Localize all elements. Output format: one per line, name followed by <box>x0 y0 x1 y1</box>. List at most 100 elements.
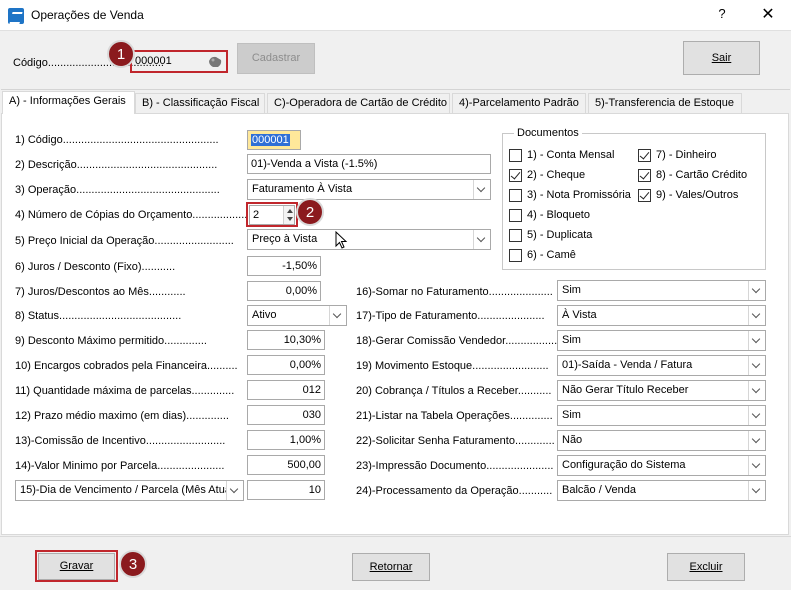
window-title: Operações de Venda <box>31 8 144 22</box>
mouse-cursor-icon <box>335 231 348 249</box>
tab-classificacao-fiscal[interactable]: B) - Classificação Fiscal <box>135 93 265 113</box>
gerar-comissao-select[interactable]: Sim <box>557 330 766 351</box>
encargos-input[interactable]: 0,00% <box>247 355 325 375</box>
tab-informacoes-gerais[interactable]: A) - Informações Gerais <box>2 91 135 114</box>
gerar-comissao-value: Sim <box>562 334 581 346</box>
juros-mes-input[interactable]: 0,00% <box>247 281 321 301</box>
comissao-label: 13)-Comissão de Incentivo...............… <box>15 435 226 447</box>
tab-parcelamento-padrao[interactable]: 4)-Parcelamento Padrão <box>452 93 586 113</box>
listar-value: Sim <box>562 409 581 421</box>
operacao-label: 3) Operação.............................… <box>15 184 220 196</box>
somar-select[interactable]: Sim <box>557 280 766 301</box>
parcelas-input[interactable]: 012 <box>247 380 325 400</box>
movimento-value: 01)-Saída - Venda / Fatura <box>562 359 693 371</box>
tab-transferencia-estoque[interactable]: 5)-Transferencia de Estoque <box>588 93 742 113</box>
label-vales-outros: 9) - Vales/Outros <box>656 189 739 201</box>
checkbox-dinheiro[interactable] <box>638 149 651 162</box>
chevron-down-icon <box>226 481 243 500</box>
movimento-select[interactable]: 01)-Saída - Venda / Fatura <box>557 355 766 376</box>
help-button[interactable]: ? <box>712 6 732 21</box>
title-bar: Operações de Venda ? ✕ <box>0 0 791 31</box>
dia-venc-input[interactable]: 10 <box>247 480 325 500</box>
operacao-value: Faturamento À Vista <box>252 183 353 195</box>
excluir-label: Excluir <box>689 561 723 573</box>
sair-label: Sair <box>711 52 732 64</box>
excluir-button[interactable]: Excluir <box>667 553 745 581</box>
senha-label: 22)-Solicitar Senha Faturamento.........… <box>356 435 555 447</box>
chevron-down-icon <box>748 356 765 375</box>
checkbox-duplicata[interactable] <box>509 229 522 242</box>
chevron-down-icon <box>748 431 765 450</box>
processamento-select[interactable]: Balcão / Venda <box>557 480 766 501</box>
close-button[interactable]: ✕ <box>757 4 779 24</box>
processamento-value: Balcão / Venda <box>562 484 637 496</box>
checkbox-came[interactable] <box>509 249 522 262</box>
prazo-input[interactable]: 030 <box>247 405 325 425</box>
gerar-comissao-label: 18)-Gerar Comissão Vendedor.............… <box>356 335 558 347</box>
operacao-select[interactable]: Faturamento À Vista <box>247 179 491 200</box>
preco-select[interactable]: Preço à Vista <box>247 229 491 250</box>
checkbox-bloqueto[interactable] <box>509 209 522 222</box>
encargos-label: 10) Encargos cobrados pela Financeira...… <box>15 360 238 372</box>
impressao-select[interactable]: Configuração do Sistema <box>557 455 766 476</box>
cadastrar-button[interactable]: Cadastrar <box>237 43 315 74</box>
sair-button[interactable]: Sair <box>683 41 760 75</box>
chevron-down-icon <box>329 306 346 325</box>
status-label: 8) Status...............................… <box>15 310 182 322</box>
dia-venc-select[interactable]: 15)-Dia de Vencimento / Parcela (Mês Atu… <box>15 480 244 501</box>
chevron-down-icon <box>748 281 765 300</box>
codigo-field[interactable]: 000001 <box>247 130 301 150</box>
codigo-value: 000001 <box>251 134 290 146</box>
label-nota-promissoria: 3) - Nota Promissória <box>527 189 631 201</box>
listar-select[interactable]: Sim <box>557 405 766 426</box>
checkbox-conta-mensal[interactable] <box>509 149 522 162</box>
cobranca-select[interactable]: Não Gerar Título Receber <box>557 380 766 401</box>
retornar-label: Retornar <box>369 561 413 573</box>
step-badge-3: 3 <box>119 550 147 578</box>
retornar-button[interactable]: Retornar <box>352 553 430 581</box>
descricao-input[interactable]: 01)-Venda a Vista (-1.5%) <box>247 154 491 174</box>
status-value: Ativo <box>252 309 277 321</box>
tipo-label: 17)-Tipo de Faturamento.................… <box>356 310 545 322</box>
impressao-label: 23)-Impressão Documento.................… <box>356 460 554 472</box>
label-conta-mensal: 1) - Conta Mensal <box>527 149 615 161</box>
chevron-down-icon <box>748 456 765 475</box>
documentos-title: Documentos <box>514 127 582 139</box>
codigo-label: 1) Código...............................… <box>15 134 219 146</box>
somar-label: 16)-Somar no Faturamento................… <box>356 286 553 298</box>
prazo-label: 12) Prazo médio maximo (em dias)........… <box>15 410 229 422</box>
chevron-down-icon <box>473 180 490 199</box>
checkbox-cheque[interactable] <box>509 169 522 182</box>
valor-min-input[interactable]: 500,00 <box>247 455 325 475</box>
chevron-down-icon <box>748 481 765 500</box>
chevron-down-icon <box>473 230 490 249</box>
tab-operadora-cartao[interactable]: C)-Operadora de Cartão de Crédito <box>267 93 450 113</box>
tab-strip: A) - Informações Gerais B) - Classificaç… <box>0 91 791 114</box>
somar-value: Sim <box>562 284 581 296</box>
label-bloqueto: 4) - Bloqueto <box>527 209 590 221</box>
label-duplicata: 5) - Duplicata <box>527 229 593 241</box>
parcelas-label: 11) Quantidade máxima de parcelas.......… <box>15 385 235 397</box>
senha-value: Não <box>562 434 583 446</box>
label-came: 6) - Camê <box>527 249 576 261</box>
dia-venc-label: 15)-Dia de Vencimento / Parcela (Mês Atu… <box>20 484 238 496</box>
chevron-down-icon <box>748 406 765 425</box>
senha-select[interactable]: Não <box>557 430 766 451</box>
step-badge-1: 1 <box>107 40 135 68</box>
juros-mes-label: 7) Juros/Descontos ao Mês............ <box>15 286 186 298</box>
juros-input[interactable]: -1,50% <box>247 256 321 276</box>
listar-label: 21)-Listar na Tabela Operações..........… <box>356 410 553 422</box>
juros-label: 6) Juros / Desconto (Fixo)........... <box>15 261 176 273</box>
descricao-label: 2) Descrição............................… <box>15 159 218 171</box>
checkbox-vales-outros[interactable] <box>638 189 651 202</box>
cobranca-label: 20) Cobrança / Títulos a Receber........… <box>356 385 552 397</box>
desconto-label: 9) Desconto Máximo permitido............… <box>15 335 207 347</box>
chevron-down-icon <box>748 306 765 325</box>
status-select[interactable]: Ativo <box>247 305 347 326</box>
comissao-input[interactable]: 1,00% <box>247 430 325 450</box>
checkbox-cartao-credito[interactable] <box>638 169 651 182</box>
valor-min-label: 14)-Valor Minimo por Parcela............… <box>15 460 225 472</box>
tipo-select[interactable]: À Vista <box>557 305 766 326</box>
desconto-input[interactable]: 10,30% <box>247 330 325 350</box>
checkbox-nota-promissoria[interactable] <box>509 189 522 202</box>
